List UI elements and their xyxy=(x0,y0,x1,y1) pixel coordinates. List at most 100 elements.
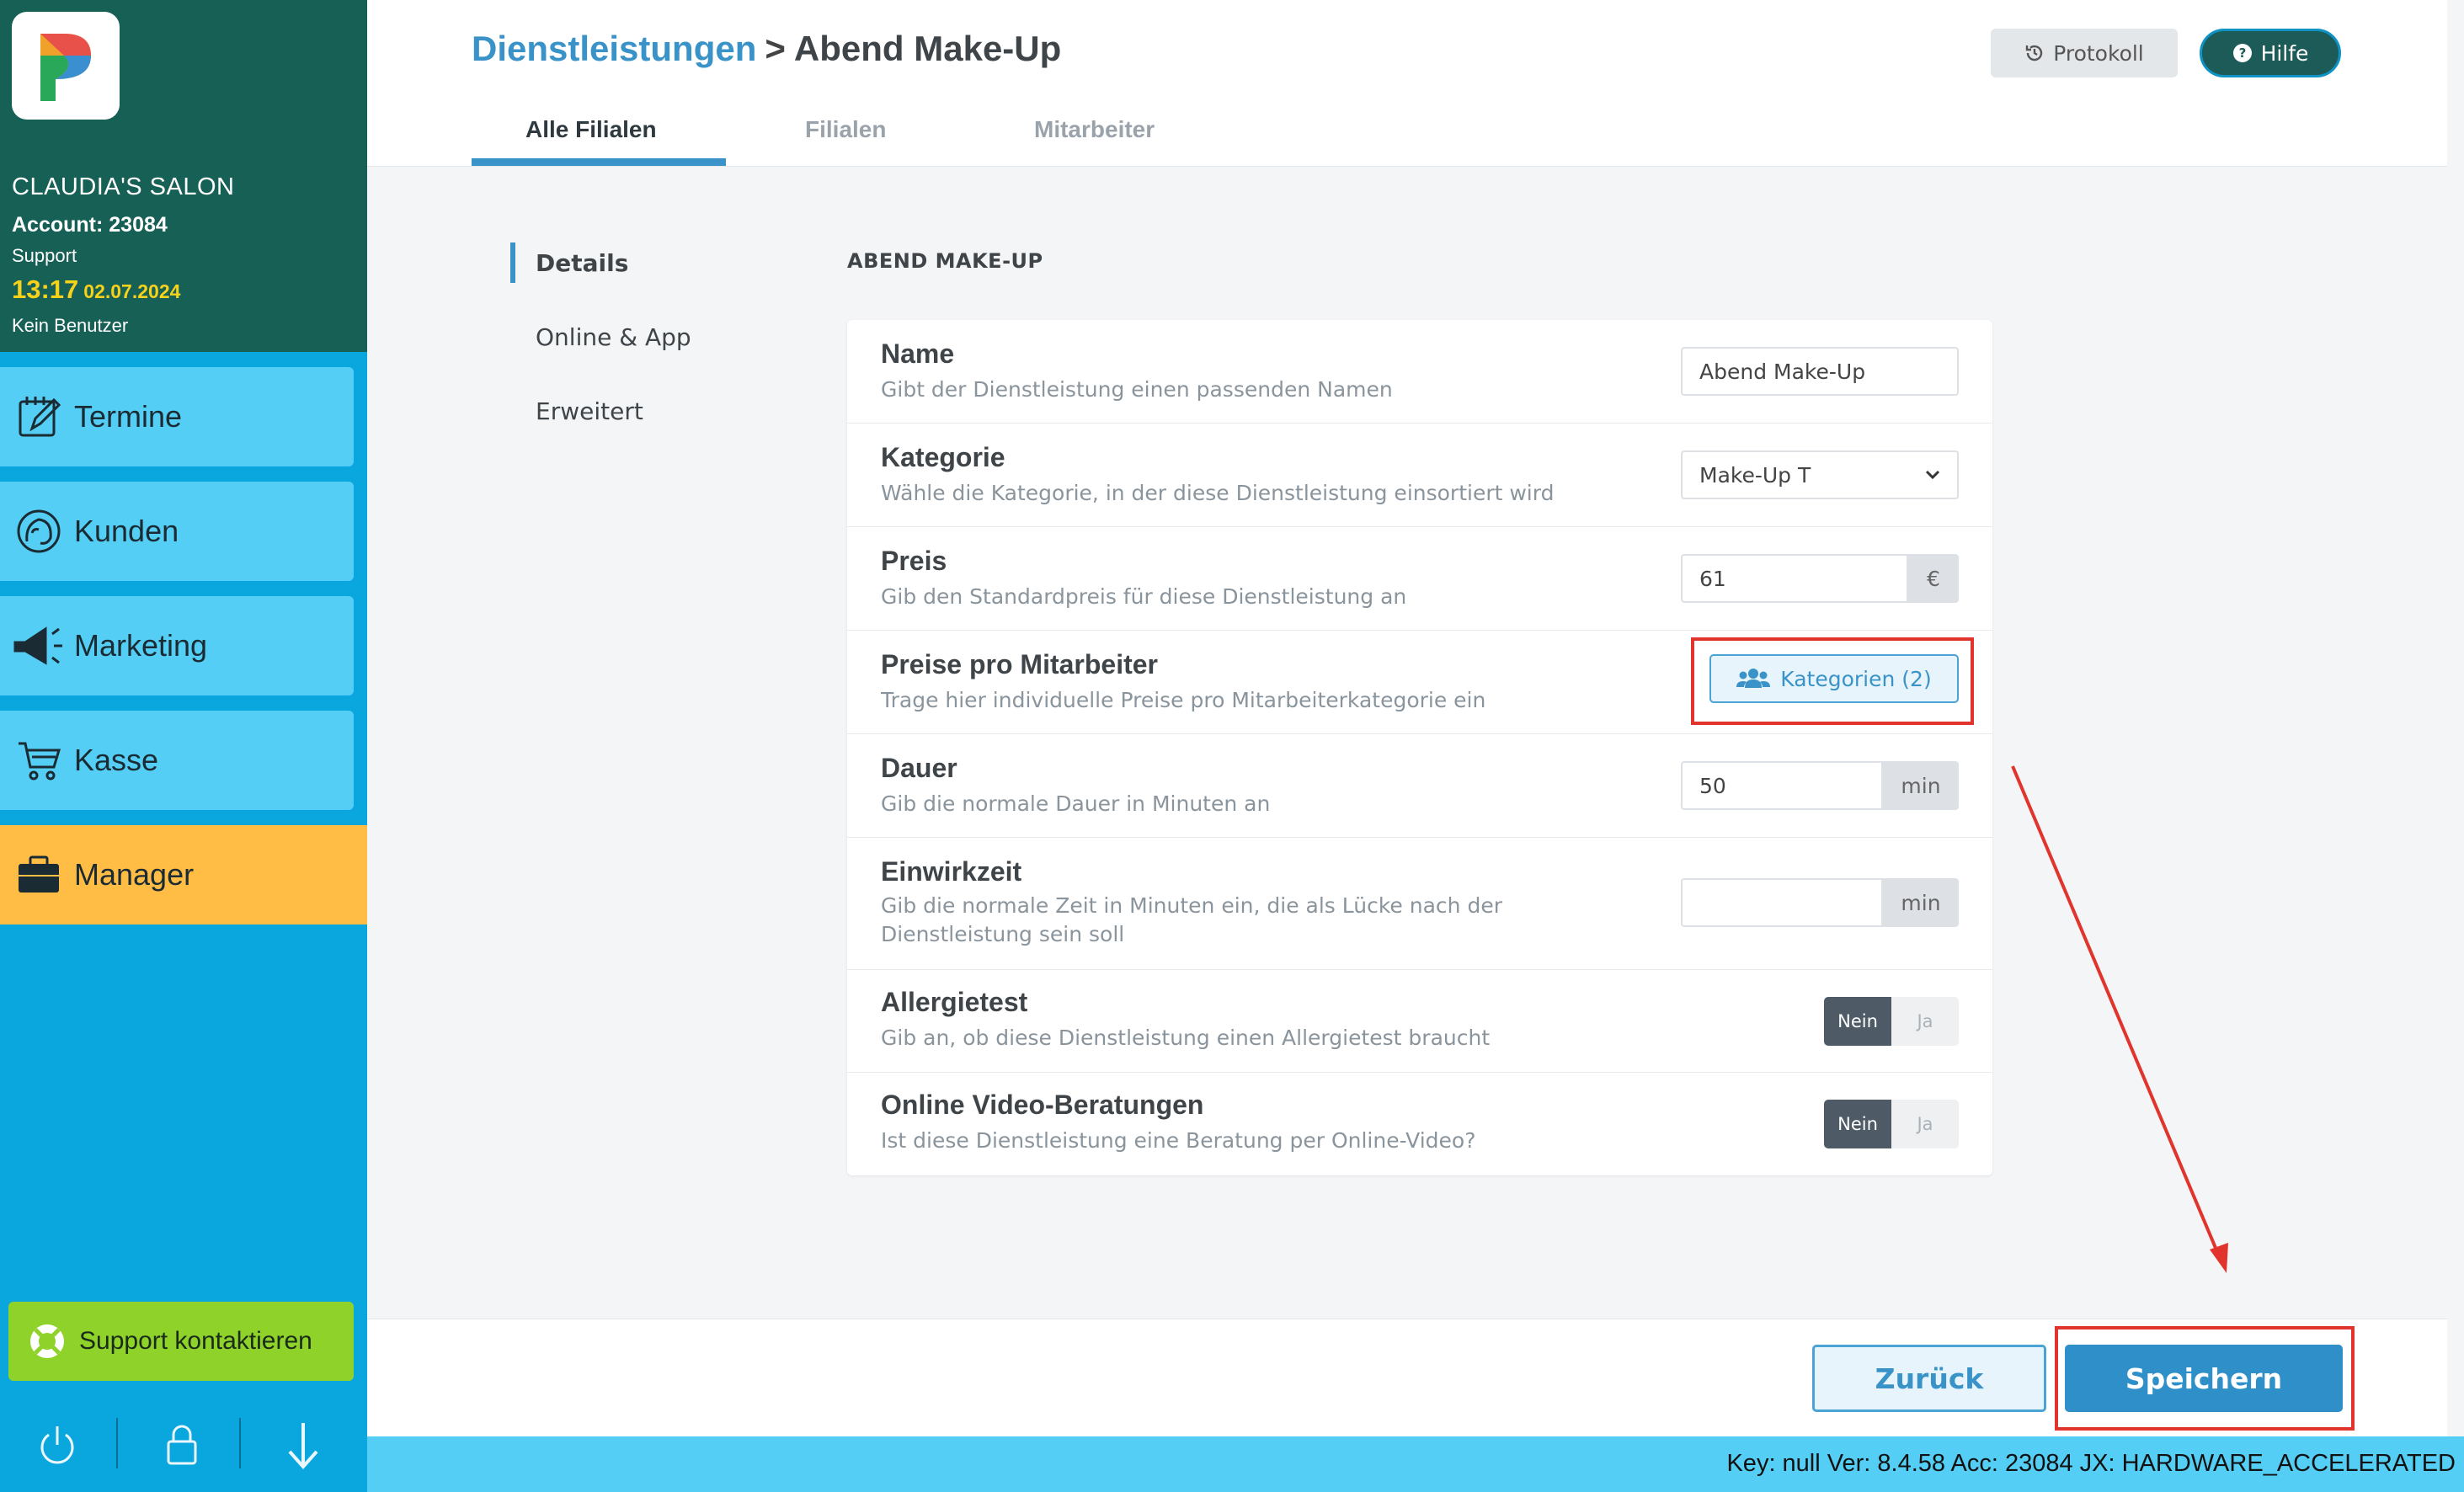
currency-addon: € xyxy=(1908,554,1959,603)
video-toggle[interactable]: Nein Ja xyxy=(1824,1100,1959,1148)
name-label: Name xyxy=(881,338,955,369)
dauer-unit-addon: min xyxy=(1883,761,1959,810)
video-no-option[interactable]: Nein xyxy=(1824,1100,1891,1148)
kategorie-selected-value: Make-Up T xyxy=(1699,462,1811,488)
name-description: Gibt der Dienstleistung einen passenden … xyxy=(881,377,1393,402)
breadcrumb-separator: > xyxy=(765,29,786,68)
kategorie-select[interactable]: Make-Up T xyxy=(1681,450,1959,499)
breadcrumb-link[interactable]: Dienstleistungen xyxy=(472,29,756,68)
page-header: Dienstleistungen > Abend Make-Up Protokoll… xyxy=(367,0,2447,167)
arrow-down-icon[interactable] xyxy=(261,1411,345,1479)
dauer-input[interactable]: 50 xyxy=(1681,761,1883,810)
dauer-description: Gib die normale Dauer in Minuten an xyxy=(881,791,1271,816)
row-preis: Preis Gib den Standardpreis für diese Di… xyxy=(847,527,1992,631)
nav-label: Marketing xyxy=(74,628,208,663)
app-logo xyxy=(12,12,120,120)
lifebuoy-icon xyxy=(27,1321,67,1361)
calendar-edit-icon xyxy=(5,392,72,442)
row-online-video: Online Video-Beratungen Ist diese Dienst… xyxy=(847,1073,1992,1175)
dauer-label: Dauer xyxy=(881,753,957,783)
allergietest-toggle[interactable]: Nein Ja xyxy=(1824,997,1959,1046)
allergietest-label: Allergietest xyxy=(881,987,1028,1017)
video-label: Online Video-Beratungen xyxy=(881,1090,1204,1120)
clock-date: 02.07.2024 xyxy=(83,280,181,302)
tab-filialen[interactable]: Filialen xyxy=(805,116,886,143)
breadcrumb: Dienstleistungen > Abend Make-Up xyxy=(472,29,1061,69)
history-icon xyxy=(2024,43,2045,63)
nav-manager[interactable]: Manager xyxy=(0,825,367,925)
row-name: Name Gibt der Dienstleistung einen passe… xyxy=(847,320,1992,424)
back-button[interactable]: Zurück xyxy=(1812,1345,2046,1412)
service-details-card: Name Gibt der Dienstleistung einen passe… xyxy=(847,320,1992,1175)
allergietest-description: Gib an, ob diese Dienstleistung einen Al… xyxy=(881,1026,1491,1050)
side-menu-online-app[interactable]: Online & App xyxy=(536,323,691,351)
allergietest-yes-option[interactable]: Ja xyxy=(1891,997,1959,1046)
einwirkzeit-description: Gib die normale Zeit in Minuten ein, die… xyxy=(881,893,1502,946)
tab-mitarbeiter[interactable]: Mitarbeiter xyxy=(1034,116,1155,143)
clock: 13:17 02.07.2024 xyxy=(12,274,180,305)
nav-label: Kunden xyxy=(74,514,179,548)
side-menu-active-indicator xyxy=(510,242,515,283)
video-description: Ist diese Dienstleistung eine Beratung p… xyxy=(881,1128,1476,1153)
einwirkzeit-unit-addon: min xyxy=(1883,878,1959,927)
briefcase-icon xyxy=(5,850,72,900)
cart-icon xyxy=(5,735,72,786)
tab-alle-filialen[interactable]: Alle Filialen xyxy=(525,116,657,143)
kategorie-label: Kategorie xyxy=(881,442,1005,472)
row-preise-mitarbeiter: Preise pro Mitarbeiter Trage hier indivi… xyxy=(847,631,1992,734)
kategorie-description: Wähle die Kategorie, in der diese Dienst… xyxy=(881,481,1555,505)
question-icon: ? xyxy=(2232,43,2253,63)
annotation-highlight-kategorien xyxy=(1691,637,1974,725)
row-dauer: Dauer Gib die normale Dauer in Minuten a… xyxy=(847,734,1992,838)
video-yes-option[interactable]: Ja xyxy=(1891,1100,1959,1148)
nav-label: Manager xyxy=(74,857,195,892)
support-contact-button[interactable]: Support kontaktieren xyxy=(8,1302,354,1381)
user-role: Support xyxy=(12,245,77,266)
preis-input[interactable]: 61 xyxy=(1681,554,1908,603)
svg-text:?: ? xyxy=(2238,45,2246,61)
side-menu-erweitert[interactable]: Erweitert xyxy=(536,397,643,425)
annotation-highlight-save xyxy=(2055,1326,2355,1431)
name-input[interactable]: Abend Make-Up xyxy=(1681,347,1959,396)
einwirkzeit-input[interactable] xyxy=(1681,878,1883,927)
nav-label: Kasse xyxy=(74,743,159,777)
status-text: Key: null Ver: 8.4.58 Acc: 23084 JX: HAR… xyxy=(1726,1450,2456,1477)
row-einwirkzeit: Einwirkzeit Gib die normale Zeit in Minu… xyxy=(847,838,1992,970)
sidebar-bottom-actions xyxy=(0,1411,367,1479)
section-title: ABEND MAKE-UP xyxy=(847,249,1043,273)
current-user: Kein Benutzer xyxy=(12,315,129,336)
preis-description: Gib den Standardpreis für diese Dienstle… xyxy=(881,584,1407,609)
account-number: Account: 23084 xyxy=(12,213,168,237)
row-allergietest: Allergietest Gib an, ob diese Dienstleis… xyxy=(847,970,1992,1073)
nav-marketing[interactable]: Marketing xyxy=(0,596,354,695)
support-label: Support kontaktieren xyxy=(79,1327,312,1355)
help-label: Hilfe xyxy=(2260,40,2309,66)
protokoll-button[interactable]: Protokoll xyxy=(1991,29,2178,77)
megaphone-icon xyxy=(5,621,72,671)
allergietest-no-option[interactable]: Nein xyxy=(1824,997,1891,1046)
nav-termine[interactable]: Termine xyxy=(0,367,354,466)
lock-icon[interactable] xyxy=(140,1411,224,1479)
chevron-down-icon xyxy=(1925,469,1940,481)
clock-time: 13:17 xyxy=(12,274,79,304)
sidebar-header: CLAUDIA'S SALON Account: 23084 Support 1… xyxy=(0,0,367,352)
side-menu-details[interactable]: Details xyxy=(536,249,628,277)
annotation-arrow xyxy=(2011,765,2228,1273)
nav-kunden[interactable]: Kunden xyxy=(0,482,354,581)
sidebar: CLAUDIA'S SALON Account: 23084 Support 1… xyxy=(0,0,367,1492)
active-tab-indicator xyxy=(472,158,726,166)
preis-label: Preis xyxy=(881,546,947,576)
customer-head-icon xyxy=(5,506,72,557)
row-kategorie: Kategorie Wähle die Kategorie, in der di… xyxy=(847,424,1992,527)
page-title: Abend Make-Up xyxy=(793,29,1062,68)
status-bar: Key: null Ver: 8.4.58 Acc: 23084 JX: HAR… xyxy=(367,1436,2464,1492)
preise-mitarbeiter-description: Trage hier individuelle Preise pro Mitar… xyxy=(881,688,1486,712)
salon-name: CLAUDIA'S SALON xyxy=(12,173,235,200)
power-icon[interactable] xyxy=(15,1411,99,1479)
form-footer: Zurück Speichern xyxy=(367,1319,2447,1436)
einwirkzeit-label: Einwirkzeit xyxy=(881,856,1022,887)
help-button[interactable]: ? Hilfe xyxy=(2200,29,2341,77)
preise-mitarbeiter-label: Preise pro Mitarbeiter xyxy=(881,649,1158,679)
nav-kasse[interactable]: Kasse xyxy=(0,711,354,810)
nav-label: Termine xyxy=(74,399,183,434)
